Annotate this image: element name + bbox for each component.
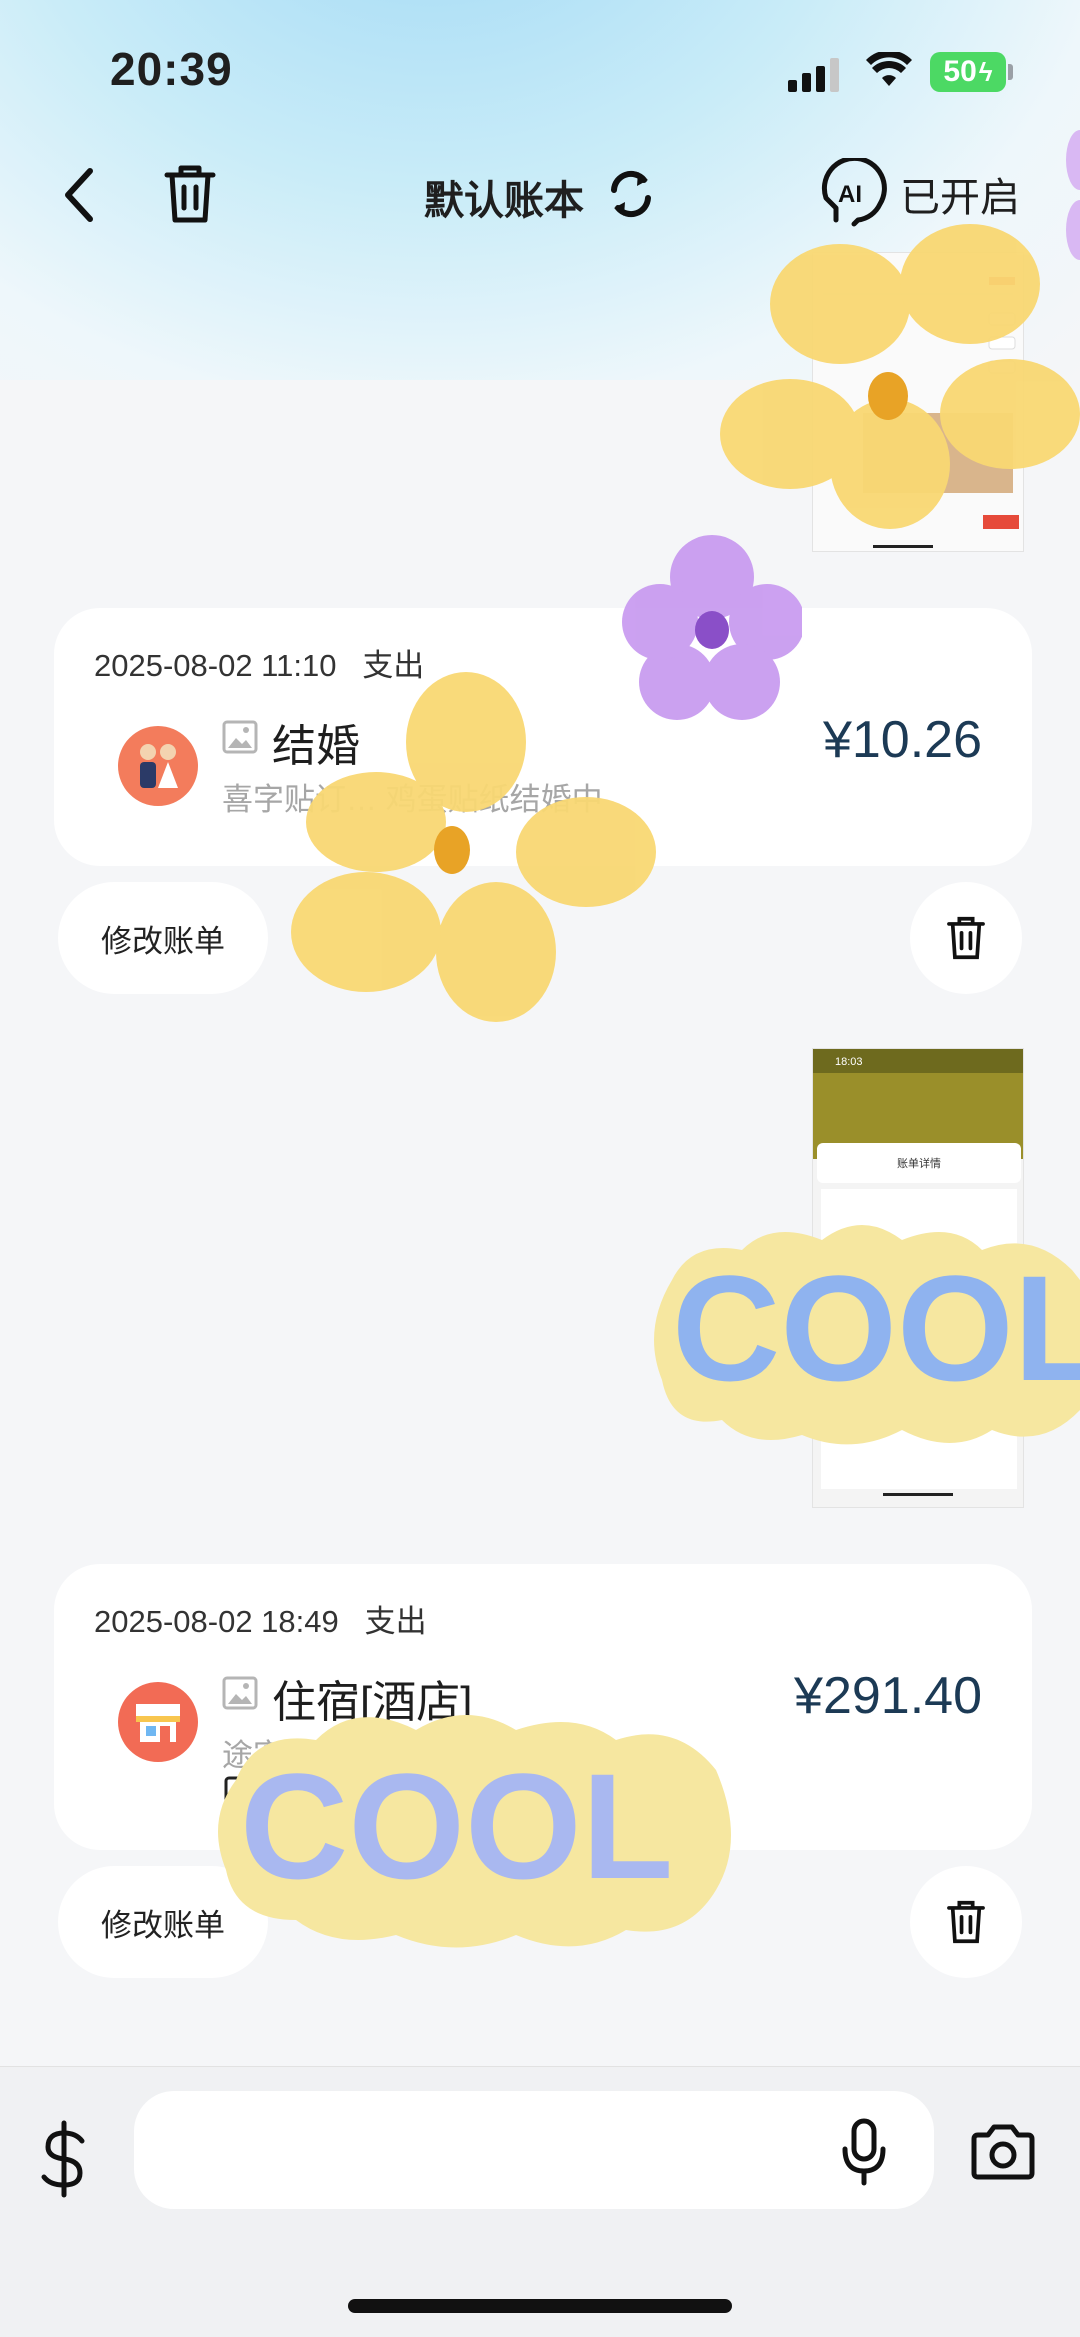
bill-card[interactable]: 2025-08-02 11:10 支出 结婚 喜字贴订… 鸡蛋贴纸结婚中 ¥10… [54,608,1032,866]
bill-note: 途客… 场店） [222,1738,417,1773]
input-bar [0,2066,1080,2337]
bill-amount: ¥10.26 [822,711,982,769]
image-attachment-icon [224,1776,260,1810]
charging-icon: ϟ [978,56,993,87]
dollar-icon[interactable] [36,2119,92,2199]
bill-text-input[interactable] [134,2091,934,2209]
back-button[interactable] [50,160,110,230]
svg-text:18:03: 18:03 [835,1056,863,1068]
trash-icon [947,916,985,960]
bill-card[interactable]: 2025-08-02 18:49 支出 住宿[酒店] 途客… 场店） ¥291.… [54,1564,1032,1850]
edit-bill-button[interactable]: 修改账单 [58,882,268,994]
receipt-thumbnail[interactable] [812,252,1024,552]
ai-status-label: 已开启 [900,176,1020,220]
bill-datetime: 2025-08-02 18:49 支出 [94,1604,427,1639]
svg-text:AI: AI [838,181,862,208]
delete-book-button[interactable] [158,158,222,230]
image-attachment-icon [222,1676,258,1710]
page-title[interactable]: 默认账本 [424,168,584,226]
bill-datetime: 2025-08-02 11:10 支出 [94,648,425,683]
wedding-category-icon [118,726,198,806]
delete-bill-button[interactable] [910,1866,1022,1978]
trash-icon [947,1900,985,1944]
receipt-thumbnail[interactable]: 18:03 账单详情 [812,1048,1024,1508]
camera-icon[interactable] [970,2123,1036,2181]
switch-book-icon[interactable] [606,166,656,222]
navigation-bar: 默认账本 AI 已开启 [0,140,1080,250]
receipt-preview-image: 18:03 账单详情 [813,1049,1023,1507]
wifi-icon [866,52,912,86]
image-attachment-icon [222,720,258,754]
chevron-left-icon [65,168,93,222]
svg-text:账单详情: 账单详情 [897,1156,941,1170]
ai-toggle[interactable]: AI 已开启 [818,154,1058,234]
hotel-category-icon [118,1682,198,1762]
ai-head-icon: AI [821,158,887,227]
edit-bill-button[interactable]: 修改账单 [58,1866,268,1978]
battery-level: 50 [943,55,977,88]
status-time: 20:39 [110,43,233,95]
bill-title: 结婚 [272,722,360,771]
cellular-signal-icon [788,58,839,92]
delete-bill-button[interactable] [910,882,1022,994]
bill-amount: ¥291.40 [794,1667,982,1725]
battery-indicator: 50 ϟ [930,52,1006,92]
status-bar: 20:39 50 ϟ [0,0,1080,140]
receipt-preview-image [813,253,1023,551]
shop-icon [136,1704,180,1742]
couple-icon [140,744,178,788]
microphone-icon[interactable] [840,2117,888,2187]
bill-title: 住宿[酒店] [272,1678,473,1727]
home-indicator [348,2299,732,2313]
bill-note: 喜字贴订… 鸡蛋贴纸结婚中 [222,782,603,817]
battery-tip [1008,64,1013,80]
trash-icon [164,165,216,223]
